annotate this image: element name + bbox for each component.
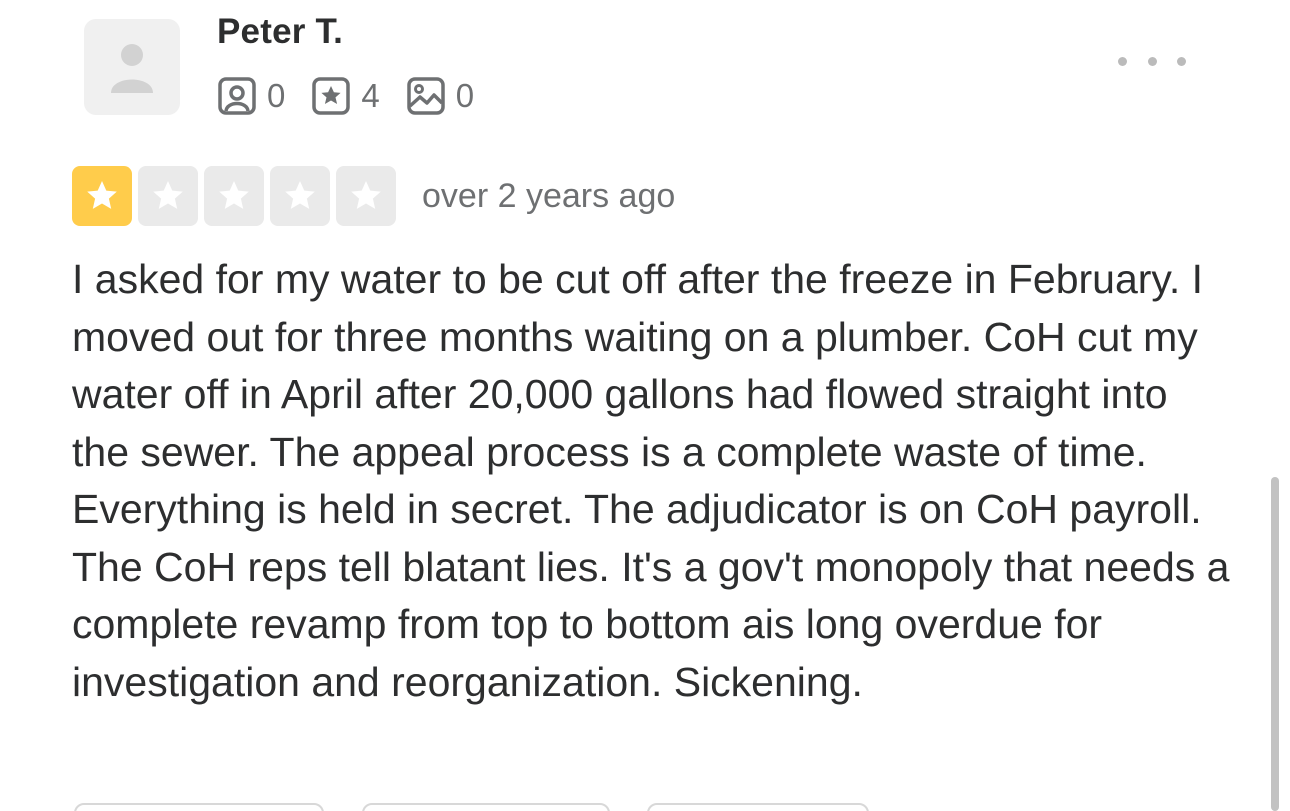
ellipsis-icon <box>1147 56 1157 66</box>
photo-icon <box>406 77 445 115</box>
friends-count: 0 <box>267 77 286 114</box>
user-name[interactable]: Peter T. <box>217 12 343 52</box>
friends-icon <box>218 77 256 115</box>
reviews-stat: 4 <box>311 76 380 116</box>
reaction-button[interactable] <box>362 803 610 811</box>
review-card: Peter T. 0 4 0 over 2 years ago I asked … <box>0 0 1290 811</box>
star-4 <box>270 166 330 226</box>
avatar[interactable] <box>84 19 180 115</box>
star-icon <box>285 181 315 209</box>
star-3 <box>204 166 264 226</box>
star-icon <box>219 181 249 209</box>
reaction-button[interactable] <box>647 803 869 811</box>
reaction-button[interactable] <box>74 803 324 811</box>
reviews-count: 4 <box>361 77 380 114</box>
star-icon <box>351 181 381 209</box>
rating-row: over 2 years ago <box>72 166 675 226</box>
reaction-buttons-row <box>0 803 1290 811</box>
photos-stat: 0 <box>406 76 474 116</box>
photos-count: 0 <box>455 77 475 114</box>
star-rating <box>72 166 402 226</box>
star-icon <box>87 181 117 209</box>
user-stats: 0 4 0 <box>217 76 500 116</box>
review-date: over 2 years ago <box>422 176 676 215</box>
star-2 <box>138 166 198 226</box>
star-5 <box>336 166 396 226</box>
star-icon <box>153 181 183 209</box>
ellipsis-icon <box>1118 56 1127 66</box>
ellipsis-icon <box>1177 56 1186 66</box>
more-options-button[interactable] <box>1118 48 1186 74</box>
star-1 <box>72 166 132 226</box>
review-star-icon <box>312 77 351 115</box>
friends-stat: 0 <box>217 76 285 116</box>
scrollbar-thumb[interactable] <box>1271 477 1279 811</box>
user-placeholder-icon <box>111 44 153 93</box>
review-text: I asked for my water to be cut off after… <box>72 256 1230 705</box>
